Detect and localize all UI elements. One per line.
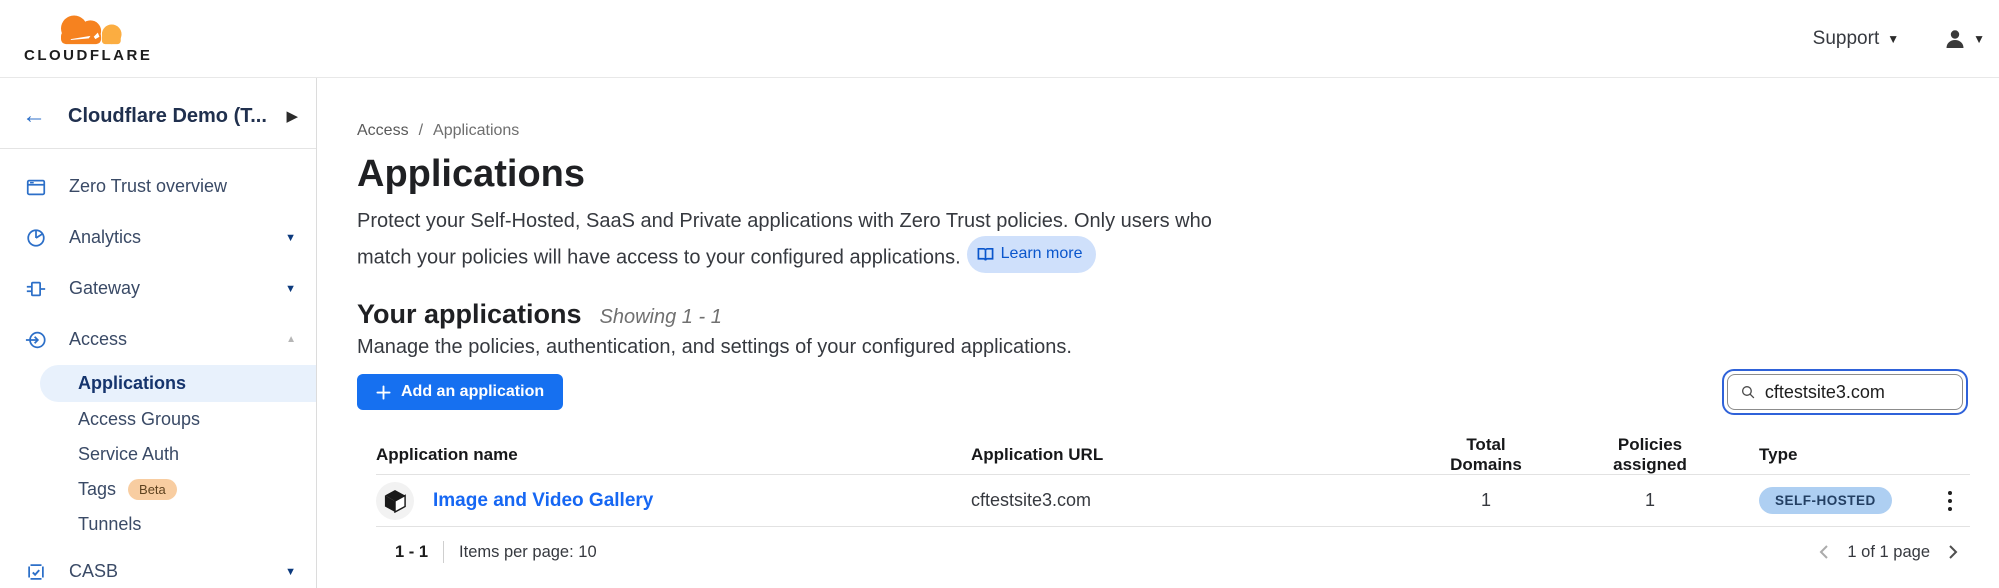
sidebar-item-label: Zero Trust overview <box>69 176 296 197</box>
plus-icon <box>376 385 391 400</box>
beta-badge: Beta <box>128 479 177 500</box>
cube-icon <box>384 489 406 513</box>
application-name-link[interactable]: Image and Video Gallery <box>433 490 653 512</box>
showing-count: Showing 1 - 1 <box>600 306 722 329</box>
breadcrumb-access[interactable]: Access <box>357 122 409 140</box>
items-range: 1 - 1 <box>395 543 428 562</box>
chevron-right-icon <box>1946 544 1960 560</box>
sidebar-item-label: Access Groups <box>78 409 200 430</box>
sidebar-item-label: CASB <box>69 561 285 582</box>
add-application-button[interactable]: Add an application <box>357 374 563 410</box>
sidebar-item-analytics[interactable]: Analytics ▼ <box>0 212 316 263</box>
account-name: Cloudflare Demo (T... <box>68 105 278 128</box>
sidebar-item-label: Applications <box>78 373 186 394</box>
chevron-left-icon <box>1817 544 1831 560</box>
top-bar: CLOUDFLARE Support ▼ ▼ <box>0 0 1999 78</box>
chevron-down-icon: ▼ <box>1887 32 1899 46</box>
column-header-application-name: Application name <box>376 445 971 465</box>
policies-assigned-cell: 1 <box>1581 490 1719 511</box>
page-description: Protect your Self-Hosted, SaaS and Priva… <box>357 206 1227 273</box>
section-subtitle: Manage the policies, authentication, and… <box>357 336 1970 359</box>
main-content: Access / Applications Applications Prote… <box>317 78 1999 588</box>
sidebar-item-access-groups[interactable]: Access Groups <box>0 402 316 437</box>
support-menu[interactable]: Support ▼ <box>1813 28 1899 50</box>
window-icon <box>25 176 47 198</box>
sidebar-item-zero-trust-overview[interactable]: Zero Trust overview <box>0 161 316 212</box>
cloudflare-wordmark: CLOUDFLARE <box>24 47 152 64</box>
chevron-down-icon: ▼ <box>285 232 296 244</box>
account-expander-icon[interactable]: ▶ <box>278 107 298 125</box>
sidebar-item-label: Service Auth <box>78 444 179 465</box>
table-footer: 1 - 1 Items per page: 10 1 of 1 page <box>376 527 1970 563</box>
cloudflare-logo[interactable]: CLOUDFLARE <box>24 13 152 64</box>
column-header-total-domains: Total Domains <box>1431 435 1541 475</box>
sidebar: ← Cloudflare Demo (T... ▶ Zero Trust ove… <box>0 78 317 588</box>
sidebar-item-label: Analytics <box>69 227 285 248</box>
sidebar-item-label: Access <box>69 329 286 350</box>
back-arrow-icon[interactable]: ← <box>22 104 46 128</box>
sidebar-item-label: Tunnels <box>78 514 141 535</box>
footer-divider <box>443 541 444 563</box>
chevron-down-icon: ▼ <box>285 283 296 295</box>
casb-check-icon <box>25 561 47 583</box>
sidebar-item-casb[interactable]: CASB ▼ <box>0 546 316 588</box>
add-application-label: Add an application <box>401 383 544 401</box>
search-input[interactable] <box>1765 382 1950 403</box>
sidebar-item-gateway[interactable]: Gateway ▼ <box>0 263 316 314</box>
column-header-policies-assigned: Policies assigned <box>1581 435 1719 475</box>
support-label: Support <box>1813 28 1880 50</box>
learn-more-label: Learn more <box>1001 239 1083 269</box>
search-icon <box>1740 383 1756 401</box>
table-header-row: Application name Application URL Total D… <box>376 435 1970 475</box>
pie-chart-icon <box>25 227 47 249</box>
breadcrumb: Access / Applications <box>357 122 1970 140</box>
type-badge: SELF-HOSTED <box>1759 487 1892 514</box>
sidebar-item-tags[interactable]: Tags Beta <box>0 472 316 507</box>
table-row: Image and Video Gallery cftestsite3.com … <box>376 475 1970 527</box>
user-icon <box>1943 27 1967 51</box>
page-info: 1 of 1 page <box>1847 543 1930 562</box>
access-login-icon <box>25 329 47 351</box>
next-page-button[interactable] <box>1946 544 1960 560</box>
section-title: Your applications <box>357 299 582 330</box>
column-header-type: Type <box>1759 445 1970 465</box>
application-avatar <box>376 482 414 520</box>
sidebar-item-applications[interactable]: Applications <box>40 365 316 402</box>
learn-more-link[interactable]: Learn more <box>967 236 1097 273</box>
sidebar-item-service-auth[interactable]: Service Auth <box>0 437 316 472</box>
breadcrumb-applications: Applications <box>433 122 519 140</box>
items-per-page: Items per page: 10 <box>459 543 597 562</box>
sidebar-item-access[interactable]: Access ▲ <box>0 314 316 365</box>
row-actions-kebab-icon[interactable] <box>1944 487 1956 515</box>
gateway-icon <box>25 278 47 300</box>
user-menu[interactable]: ▼ <box>1943 27 1985 51</box>
chevron-down-icon: ▼ <box>1973 32 1985 46</box>
column-header-application-url: Application URL <box>971 445 1431 465</box>
search-focus-ring <box>1722 369 1968 415</box>
page-title: Applications <box>357 152 1970 196</box>
cloudflare-cloud-icon <box>42 13 134 49</box>
applications-table: Application name Application URL Total D… <box>357 435 1970 563</box>
sidebar-item-label: Gateway <box>69 278 285 299</box>
sidebar-item-label: Tags <box>78 479 116 500</box>
chevron-up-icon: ▲ <box>286 334 296 345</box>
breadcrumb-separator: / <box>419 122 423 140</box>
chevron-down-icon: ▼ <box>285 566 296 578</box>
previous-page-button[interactable] <box>1817 544 1831 560</box>
book-icon <box>977 247 994 262</box>
sidebar-item-tunnels[interactable]: Tunnels <box>0 507 316 542</box>
application-url-cell: cftestsite3.com <box>971 490 1431 511</box>
total-domains-cell: 1 <box>1431 490 1541 511</box>
